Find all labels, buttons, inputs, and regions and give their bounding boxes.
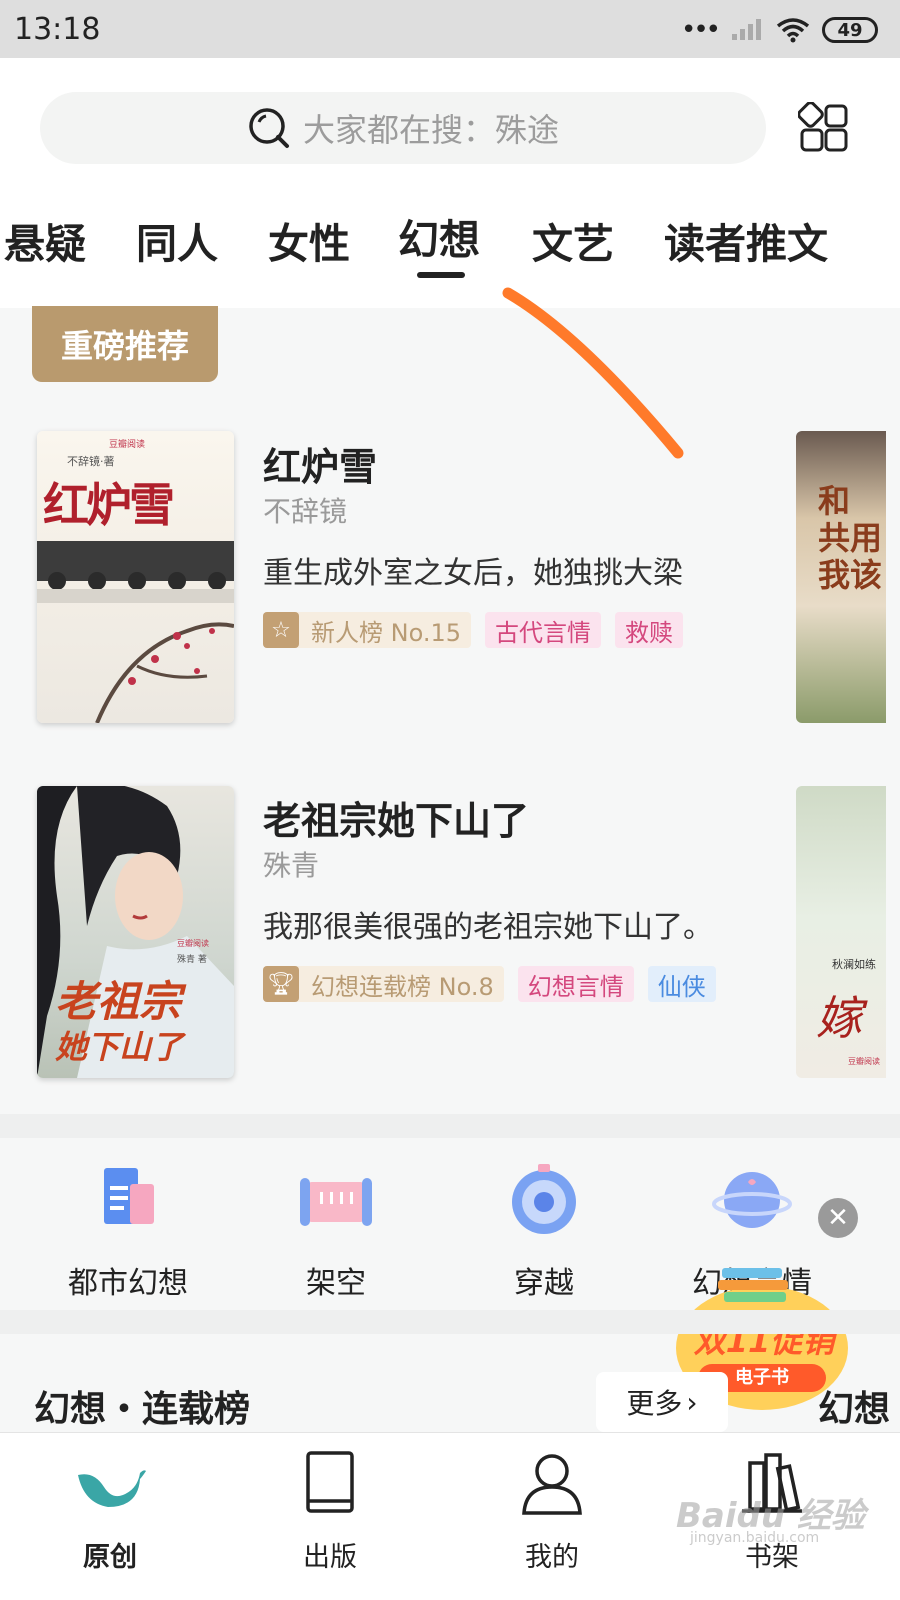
book-title[interactable]: 老祖宗她下山了 (263, 790, 529, 845)
battery-indicator: 49 (822, 17, 878, 43)
signal-icon (732, 19, 761, 40)
featured-badge: 重磅推荐 (32, 306, 218, 382)
genre-tag[interactable]: 仙侠 (647, 966, 716, 1002)
peek-cover-author: 秋澜如练 (832, 958, 876, 971)
book-author[interactable]: 殊青 (263, 844, 319, 884)
scroll-icon (300, 1178, 372, 1226)
category-grid-button[interactable] (797, 101, 850, 154)
tab-literary[interactable]: 文艺 (532, 210, 614, 270)
portal-icon (512, 1164, 576, 1234)
category-time-travel[interactable]: 穿越 (444, 1160, 644, 1302)
rank-badge[interactable]: ☆ 新人榜 No.15 (263, 612, 472, 648)
bird-icon (78, 1470, 146, 1507)
peek-cover-publisher: 豆瓣阅读 (848, 1057, 880, 1066)
ranking-section-title: 幻想・连载榜 (34, 1389, 251, 1430)
book-description: 我那很美很强的老祖宗她下山了。 (263, 910, 713, 945)
category-alt-history[interactable]: 架空 (236, 1160, 436, 1302)
tab-reader-picks[interactable]: 读者推文 (664, 210, 828, 270)
wifi-icon (776, 18, 810, 43)
next-ranking-title[interactable]: 幻想 (818, 1380, 890, 1432)
chevron-right-icon: › (686, 1385, 698, 1419)
book-tags: 🏆︎ 幻想连载榜 No.8 幻想言情 仙侠 (263, 966, 716, 1002)
cover-author: 不辞镜·著 (67, 455, 115, 468)
cover-author: 殊青 著 (177, 955, 207, 965)
nav-original[interactable]: 原创 (40, 1447, 180, 1574)
cover-title: 老祖宗 (55, 977, 182, 1026)
trophy-icon: 🏆︎ (263, 966, 299, 1002)
book-title[interactable]: 红炉雪 (263, 436, 377, 491)
category-label: 穿越 (514, 1266, 574, 1301)
category-label: 架空 (306, 1266, 366, 1301)
genre-tag[interactable]: 幻想言情 (517, 966, 634, 1002)
rank-label: 幻想连载榜 No.8 (311, 972, 494, 1001)
watermark-url: jingyan.baidu.com (690, 1530, 820, 1546)
category-urban-fantasy[interactable]: 都市幻想 (28, 1160, 228, 1302)
tab-suspense[interactable]: 悬疑 (4, 210, 86, 270)
active-tab-indicator (417, 272, 465, 278)
rank-label: 新人榜 No.15 (311, 618, 462, 647)
notification-dots: ••• (680, 15, 721, 45)
genre-tag[interactable]: 古代言情 (485, 612, 602, 648)
book-tags: ☆ 新人榜 No.15 古代言情 救赎 (263, 612, 684, 648)
more-label: 更多 (626, 1387, 683, 1420)
status-time: 13:18 (14, 12, 101, 47)
more-button[interactable]: 更多 › (596, 1372, 728, 1432)
person-icon (522, 1454, 582, 1515)
status-icons: ••• 49 (681, 16, 878, 44)
planet-icon (712, 1172, 792, 1228)
next-book-cover[interactable]: 和 共用 我该 (796, 431, 886, 723)
star-icon: ☆ (263, 612, 299, 648)
nav-label: 原创 (83, 1542, 137, 1573)
nav-label: 出版 (303, 1542, 357, 1573)
close-promo-button[interactable]: ✕ (818, 1198, 858, 1238)
search-bar[interactable]: 大家都在搜：殊途 (40, 92, 766, 164)
book-author[interactable]: 不辞镜 (263, 490, 347, 530)
tab-fanfic[interactable]: 同人 (136, 210, 218, 270)
nav-mine[interactable]: 我的 (482, 1447, 622, 1574)
category-label: 都市幻想 (68, 1266, 188, 1301)
cover-publisher: 豆瓣阅读 (109, 440, 146, 450)
section-divider (0, 1114, 900, 1138)
cover-subtitle: 她下山了 (55, 1028, 184, 1066)
tab-female[interactable]: 女性 (268, 210, 350, 270)
grid-icon (797, 101, 848, 152)
nav-label: 我的 (525, 1542, 579, 1573)
book-cover[interactable]: 豆瓣阅读 殊青 著 老祖宗 她下山了 (37, 786, 234, 1078)
genre-tag[interactable]: 救赎 (615, 612, 684, 648)
peek-cover-text: 嫁 (816, 991, 862, 1045)
search-placeholder: 大家都在搜：殊途 (302, 111, 559, 149)
annotation-stroke (502, 287, 684, 459)
city-book-icon (104, 1168, 154, 1224)
next-book-cover[interactable]: 秋澜如练 嫁 豆瓣阅读 (796, 786, 886, 1078)
search-icon (249, 108, 289, 148)
status-bar: 13:18 ••• 49 (0, 0, 900, 58)
cover-title: 红炉雪 (43, 478, 175, 532)
book-description: 重生成外室之女后，她独挑大梁 (263, 556, 683, 591)
section-divider (0, 1310, 900, 1334)
tab-fantasy[interactable]: 幻想 (398, 206, 480, 266)
close-icon: ✕ (827, 1203, 849, 1233)
nav-publish[interactable]: 出版 (260, 1447, 400, 1574)
book-icon (306, 1451, 354, 1513)
cover-publisher: 豆瓣阅读 (177, 939, 209, 948)
peek-cover-text: 和 共用 我该 (818, 482, 883, 594)
book-cover[interactable]: 豆瓣阅读 不辞镜·著 红炉雪 (37, 431, 234, 723)
rank-badge[interactable]: 🏆︎ 幻想连载榜 No.8 (263, 966, 504, 1002)
